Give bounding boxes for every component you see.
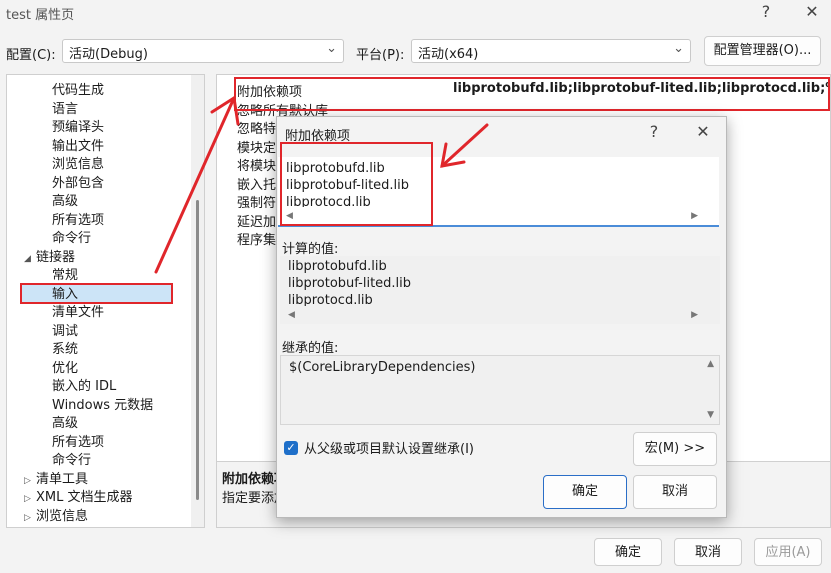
annotation-arrows — [154, 95, 489, 274]
arrow-tree-to-property — [154, 96, 236, 274]
arrow-to-textarea — [440, 123, 489, 168]
